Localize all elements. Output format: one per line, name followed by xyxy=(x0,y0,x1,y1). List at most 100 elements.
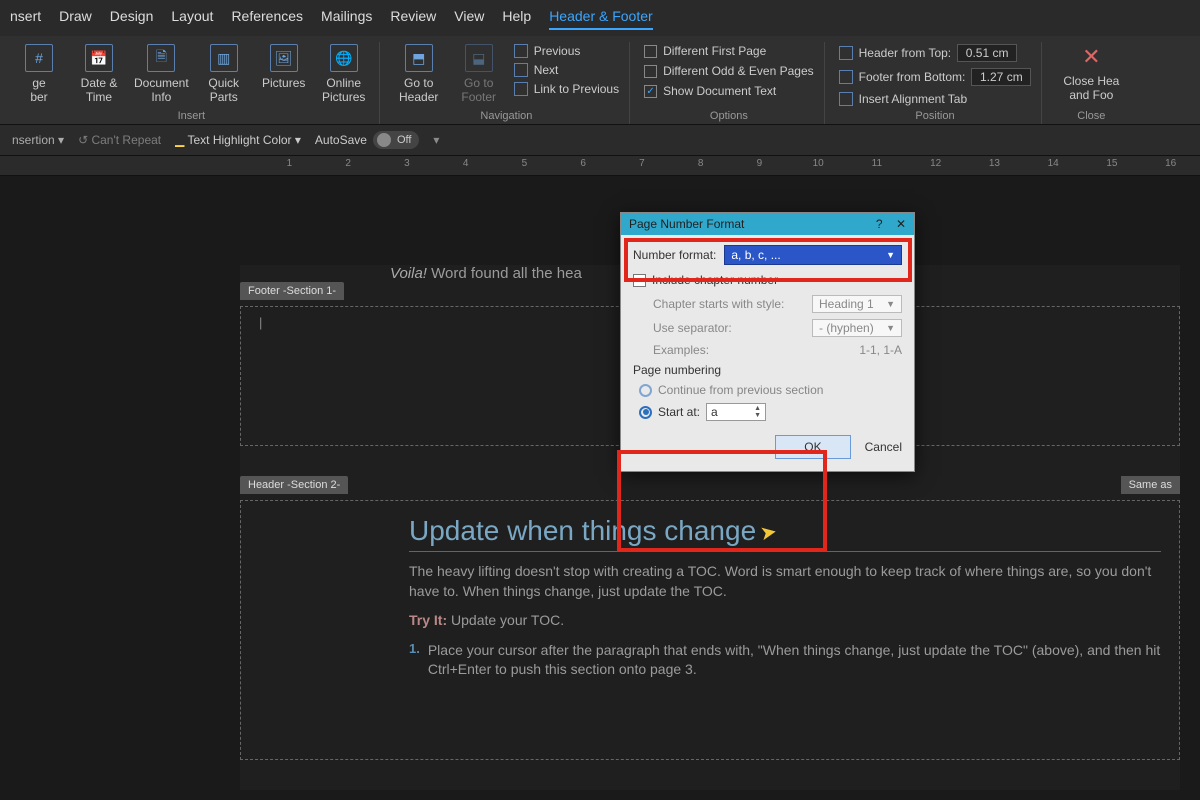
checkbox-icon xyxy=(644,65,657,78)
group-label-navigation: Navigation xyxy=(394,110,619,122)
nav-link-previous[interactable]: Link to Previous xyxy=(514,82,619,96)
dialog-help-button[interactable]: ? xyxy=(876,217,883,231)
header-section-label: Header -Section 2- xyxy=(240,476,348,494)
same-as-previous-label: Same as xyxy=(1121,476,1180,494)
checkbox-icon: ✓ xyxy=(644,85,657,98)
goto-footer-button[interactable]: ⬓Go to Footer xyxy=(454,44,504,104)
goto-header-button[interactable]: ⬒Go to Header xyxy=(394,44,444,104)
highlight-color-button[interactable]: ▁ Text Highlight Color ▾ xyxy=(175,133,301,147)
ok-button[interactable]: OK xyxy=(775,435,850,459)
link-icon xyxy=(514,82,528,96)
chk-odd-even[interactable]: Different Odd & Even Pages xyxy=(644,64,814,78)
ribbon-group-navigation: ⬒Go to Header ⬓Go to Footer Previous Nex… xyxy=(384,42,630,124)
online-pictures-icon: 🌐 xyxy=(330,44,358,72)
radio-start-at[interactable]: Start at: a ▲▼ xyxy=(639,403,902,421)
close-icon: ✕ xyxy=(1082,44,1100,70)
goto-header-icon: ⬒ xyxy=(405,44,433,72)
previous-icon xyxy=(514,44,528,58)
checkbox-icon xyxy=(633,274,646,287)
radio-icon xyxy=(639,384,652,397)
footer-bottom-value[interactable]: 1.27 cm xyxy=(971,68,1031,86)
nav-list: Previous Next Link to Previous xyxy=(514,44,619,96)
alignment-tab-icon xyxy=(839,92,853,106)
horizontal-ruler[interactable]: 1 2 3 4 5 6 7 8 9 10 11 12 13 14 15 16 xyxy=(0,156,1200,176)
radio-continue[interactable]: Continue from previous section xyxy=(639,383,902,397)
examples-label: Examples: xyxy=(653,343,709,357)
number-format-select[interactable]: a, b, c, ...▼ xyxy=(724,245,902,265)
tab-view[interactable]: View xyxy=(454,8,484,30)
header-from-top-row[interactable]: Header from Top:0.51 cm xyxy=(839,44,1018,62)
doc-list-item: 1. Place your cursor after the paragraph… xyxy=(409,641,1161,680)
calendar-icon: 📅 xyxy=(85,44,113,72)
tab-layout[interactable]: Layout xyxy=(171,8,213,30)
chk-show-doc-text[interactable]: ✓Show Document Text xyxy=(644,84,776,98)
tab-mailings[interactable]: Mailings xyxy=(321,8,372,30)
doc-text: Word found all the hea xyxy=(427,265,582,282)
doc-tryit: Try It: Update your TOC. xyxy=(409,611,1161,631)
doc-paragraph: The heavy lifting doesn't stop with crea… xyxy=(409,562,1161,601)
footer-from-bottom-row[interactable]: Footer from Bottom:1.27 cm xyxy=(839,68,1032,86)
tab-review[interactable]: Review xyxy=(390,8,436,30)
next-icon xyxy=(514,63,528,77)
header-top-value[interactable]: 0.51 cm xyxy=(957,44,1017,62)
ribbon-tabbar: nsert Draw Design Layout References Mail… xyxy=(0,0,1200,36)
tab-draw[interactable]: Draw xyxy=(59,8,92,30)
chk-different-first[interactable]: Different First Page xyxy=(644,44,766,58)
chevron-down-icon: ▼ xyxy=(886,323,895,333)
page-number-button[interactable]: #ge ber xyxy=(14,44,64,104)
document-info-icon: 🗎 xyxy=(147,44,175,72)
undo-button[interactable]: ↺ Can't Repeat xyxy=(78,133,161,147)
include-chapter-checkbox[interactable]: Include chapter number xyxy=(633,273,902,287)
footer-section-label: Footer -Section 1- xyxy=(240,282,344,300)
checkbox-icon xyxy=(644,45,657,58)
separator-select[interactable]: - (hyphen)▼ xyxy=(812,319,902,337)
dialog-title: Page Number Format xyxy=(629,217,744,231)
header-section-2[interactable]: Update when things change The heavy lift… xyxy=(240,500,1180,760)
dialog-close-button[interactable]: ✕ xyxy=(896,217,906,231)
quick-parts-icon: ▥ xyxy=(210,44,238,72)
page-number-format-dialog: Page Number Format ? ✕ Number format: a,… xyxy=(620,212,915,472)
document-info-button[interactable]: 🗎Document Info xyxy=(134,44,189,104)
quick-access-bar: nsertion ▾ ↺ Can't Repeat ▁ Text Highlig… xyxy=(0,125,1200,156)
insertion-dropdown[interactable]: nsertion ▾ xyxy=(12,133,64,147)
chevron-down-icon: ▼ xyxy=(886,250,895,260)
nav-next[interactable]: Next xyxy=(514,63,559,77)
header-top-icon xyxy=(839,46,853,60)
qat-more[interactable]: ▾ xyxy=(433,133,439,147)
pictures-icon: 🖼 xyxy=(270,44,298,72)
ribbon-group-insert: #ge ber 📅Date & Time 🗎Document Info ▥Qui… xyxy=(4,42,380,124)
chevron-down-icon: ▼ xyxy=(886,299,895,309)
doc-heading: Update when things change xyxy=(409,515,1161,552)
insert-alignment-tab[interactable]: Insert Alignment Tab xyxy=(839,92,968,106)
date-time-button[interactable]: 📅Date & Time xyxy=(74,44,124,104)
cancel-button[interactable]: Cancel xyxy=(865,440,902,454)
tab-header-footer[interactable]: Header & Footer xyxy=(549,8,653,30)
tab-insert[interactable]: nsert xyxy=(10,8,41,30)
quick-parts-button[interactable]: ▥Quick Parts xyxy=(199,44,249,104)
doc-text: Voila! xyxy=(390,265,427,282)
group-label-options: Options xyxy=(644,110,814,122)
online-pictures-button[interactable]: 🌐Online Pictures xyxy=(319,44,369,104)
number-format-label: Number format: xyxy=(633,248,716,262)
close-header-footer-button[interactable]: ✕ Close Hea and Foo xyxy=(1056,44,1126,102)
ribbon-group-close: ✕ Close Hea and Foo Close xyxy=(1046,42,1136,124)
page-numbering-label: Page numbering xyxy=(633,363,902,377)
tab-help[interactable]: Help xyxy=(502,8,531,30)
autosave-toggle[interactable]: AutoSave Off xyxy=(315,131,420,149)
nav-previous[interactable]: Previous xyxy=(514,44,581,58)
chapter-options: Chapter starts with style: Heading 1▼ Use… xyxy=(653,295,902,357)
tab-references[interactable]: References xyxy=(231,8,303,30)
chapter-style-label: Chapter starts with style: xyxy=(653,297,784,311)
group-label-close: Close xyxy=(1056,110,1126,122)
start-at-input[interactable]: a ▲▼ xyxy=(706,403,766,421)
tab-design[interactable]: Design xyxy=(110,8,154,30)
pictures-button[interactable]: 🖼Pictures xyxy=(259,44,309,90)
ribbon: #ge ber 📅Date & Time 🗎Document Info ▥Qui… xyxy=(0,36,1200,125)
chapter-style-select[interactable]: Heading 1▼ xyxy=(812,295,902,313)
page-number-icon: # xyxy=(25,44,53,72)
radio-icon xyxy=(639,406,652,419)
dialog-titlebar[interactable]: Page Number Format ? ✕ xyxy=(621,213,914,235)
spin-down-icon[interactable]: ▼ xyxy=(754,412,761,419)
separator-label: Use separator: xyxy=(653,321,732,335)
spin-up-icon[interactable]: ▲ xyxy=(754,405,761,412)
